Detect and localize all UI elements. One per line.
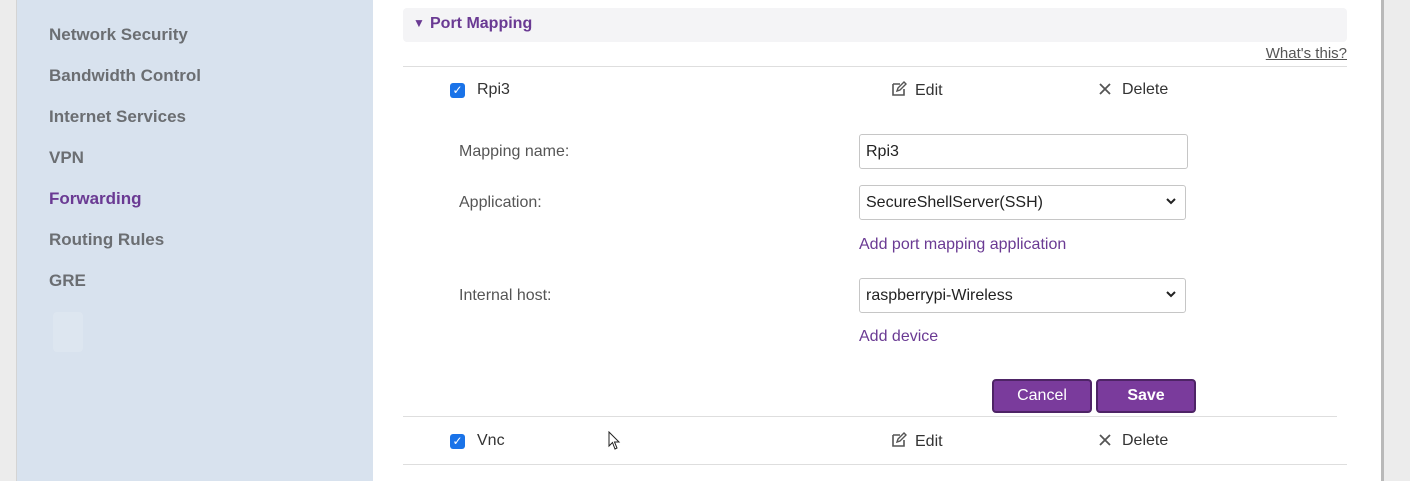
- sidebar-item-bandwidth-control[interactable]: Bandwidth Control: [49, 66, 201, 86]
- edit-label: Edit: [915, 433, 943, 450]
- divider: [403, 464, 1347, 465]
- internal-host-label: Internal host:: [459, 287, 552, 304]
- delete-button-vnc[interactable]: Delete: [1098, 432, 1168, 452]
- delete-label: Delete: [1122, 432, 1169, 449]
- mapping-name-label: Mapping name:: [459, 143, 570, 160]
- edit-icon: [891, 81, 909, 102]
- internal-host-select[interactable]: raspberrypi-Wireless: [859, 278, 1186, 313]
- application-select-value: SecureShellServer(SSH): [866, 194, 1043, 211]
- whats-this-link[interactable]: What's this?: [1266, 45, 1347, 62]
- mapping-name-vnc: Vnc: [477, 432, 505, 449]
- application-select[interactable]: SecureShellServer(SSH): [859, 185, 1186, 220]
- edit-icon: [891, 432, 909, 453]
- delete-label: Delete: [1122, 81, 1169, 98]
- window-frame-right: [1381, 0, 1410, 481]
- window-frame-left: [0, 0, 17, 481]
- sidebar-item-forwarding[interactable]: Forwarding: [49, 189, 142, 209]
- edit-label: Edit: [915, 82, 943, 99]
- chevron-down-icon: [1165, 194, 1177, 210]
- mapping-name-input[interactable]: [859, 134, 1188, 169]
- mapping-checkbox-rpi3[interactable]: ✓: [450, 83, 465, 98]
- close-icon: [1098, 433, 1116, 452]
- divider: [403, 416, 1337, 417]
- edit-button-vnc[interactable]: Edit: [891, 432, 943, 453]
- sidebar-item-gre[interactable]: GRE: [49, 271, 86, 291]
- sidebar-item-vpn[interactable]: VPN: [49, 148, 84, 168]
- divider: [403, 66, 1347, 67]
- chevron-down-icon: [1165, 287, 1177, 303]
- section-title: Port Mapping: [430, 15, 533, 32]
- mouse-cursor-icon: [608, 431, 621, 450]
- sidebar-item-routing-rules[interactable]: Routing Rules: [49, 230, 164, 250]
- sidebar-item-network-security[interactable]: Network Security: [49, 25, 188, 45]
- main-panel: ▼ Port Mapping What's this? ✓ Rpi3 Edit …: [373, 0, 1381, 481]
- mapping-checkbox-vnc[interactable]: ✓: [450, 434, 465, 449]
- delete-button-rpi3[interactable]: Delete: [1098, 81, 1168, 101]
- add-port-mapping-application-link[interactable]: Add port mapping application: [859, 236, 1066, 254]
- close-icon: [1098, 82, 1116, 101]
- cancel-button[interactable]: Cancel: [992, 379, 1092, 413]
- add-device-link[interactable]: Add device: [859, 328, 938, 346]
- sidebar: Network Security Bandwidth Control Inter…: [17, 0, 373, 481]
- save-button[interactable]: Save: [1096, 379, 1196, 413]
- application-label: Application:: [459, 194, 542, 211]
- port-mapping-section-header[interactable]: ▼ Port Mapping: [403, 8, 1347, 42]
- internal-host-select-value: raspberrypi-Wireless: [866, 287, 1013, 304]
- edit-button-rpi3[interactable]: Edit: [891, 81, 943, 102]
- caret-down-icon: ▼: [413, 16, 425, 30]
- sidebar-decoration: [53, 312, 83, 352]
- mapping-name-rpi3: Rpi3: [477, 81, 510, 98]
- sidebar-item-internet-services[interactable]: Internet Services: [49, 107, 186, 127]
